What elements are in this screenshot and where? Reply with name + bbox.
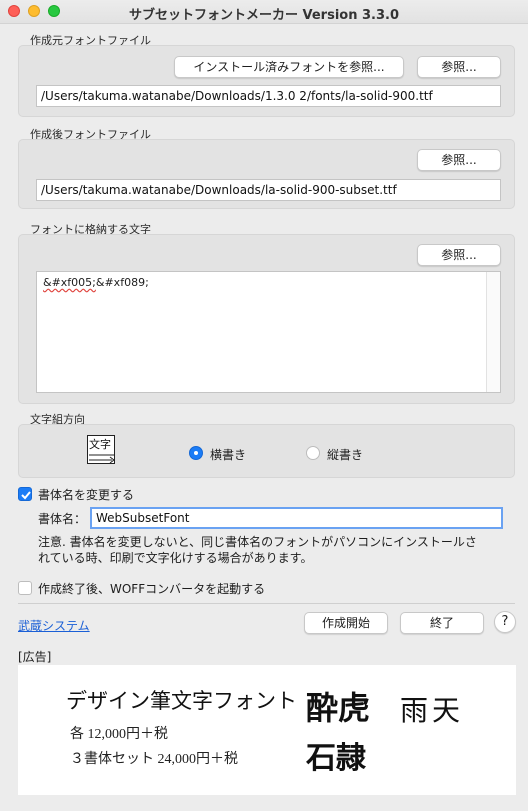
window-title: サブセットフォントメーカー Version 3.3.0 <box>128 8 400 23</box>
textarea-scrollbar[interactable] <box>486 272 500 392</box>
musashi-system-link[interactable]: 武蔵システム <box>18 617 90 634</box>
start-button[interactable]: 作成開始 <box>304 612 388 634</box>
characters-text: &#xf005;&#xf089; <box>43 276 149 289</box>
browse-installed-fonts-button[interactable]: インストール済みフォントを参照... <box>174 56 404 78</box>
source-font-path-field[interactable]: /Users/takuma.watanabe/Downloads/1.3.0 2… <box>36 85 501 107</box>
title-bar: サブセットフォントメーカー Version 3.3.0 <box>0 0 528 24</box>
horizontal-radio-label: 横書き <box>210 448 247 462</box>
ad-label: [広告] <box>18 650 52 664</box>
rename-note-line2: れている時、印刷で文字化けする場合があります。 <box>38 551 313 565</box>
help-button[interactable]: ? <box>494 611 516 633</box>
rename-font-checkbox[interactable] <box>18 487 32 501</box>
ad-calligraphy-sekirei: 石隷 <box>306 741 366 776</box>
font-name-label: 書体名： <box>38 512 87 526</box>
vertical-radio-label: 縦書き <box>327 448 364 462</box>
woff-converter-label: 作成終了後、WOFFコンバータを起動する <box>38 582 266 596</box>
font-name-input[interactable]: WebSubsetFont <box>90 507 503 529</box>
ad-calligraphy-suiko: 酔虎 <box>306 689 371 727</box>
horizontal-writing-icon: 文字 <box>87 435 117 465</box>
rename-note-line1: 注意. 書体名を変更しないと、同じ書体名のフォントがパソコンにインストールさ <box>38 535 477 549</box>
rename-font-label: 書体名を変更する <box>38 488 135 502</box>
ad-headline: デザイン筆文字フォント <box>66 689 297 713</box>
horizontal-radio[interactable] <box>189 446 203 460</box>
characters-textarea[interactable]: &#xf005;&#xf089; <box>36 271 501 393</box>
quit-button[interactable]: 終了 <box>400 612 484 634</box>
divider <box>18 603 515 604</box>
output-browse-button[interactable]: 参照... <box>417 149 501 171</box>
ad-calligraphy-uten: 雨天 <box>400 694 465 727</box>
woff-converter-checkbox[interactable] <box>18 581 32 595</box>
source-browse-button[interactable]: 参照... <box>417 56 501 78</box>
ad-banner[interactable]: デザイン筆文字フォント 各 12,000円＋税 ３書体セット 24,000円＋税… <box>18 665 516 795</box>
horizontal-writing-icon-text: 文字 <box>89 438 111 451</box>
characters-browse-button[interactable]: 参照... <box>417 244 501 266</box>
ad-price-set: ３書体セット 24,000円＋税 <box>70 752 238 767</box>
output-font-path-field[interactable]: /Users/takuma.watanabe/Downloads/la-soli… <box>36 179 501 201</box>
vertical-radio[interactable] <box>306 446 320 460</box>
ad-price-single: 各 12,000円＋税 <box>70 727 168 742</box>
